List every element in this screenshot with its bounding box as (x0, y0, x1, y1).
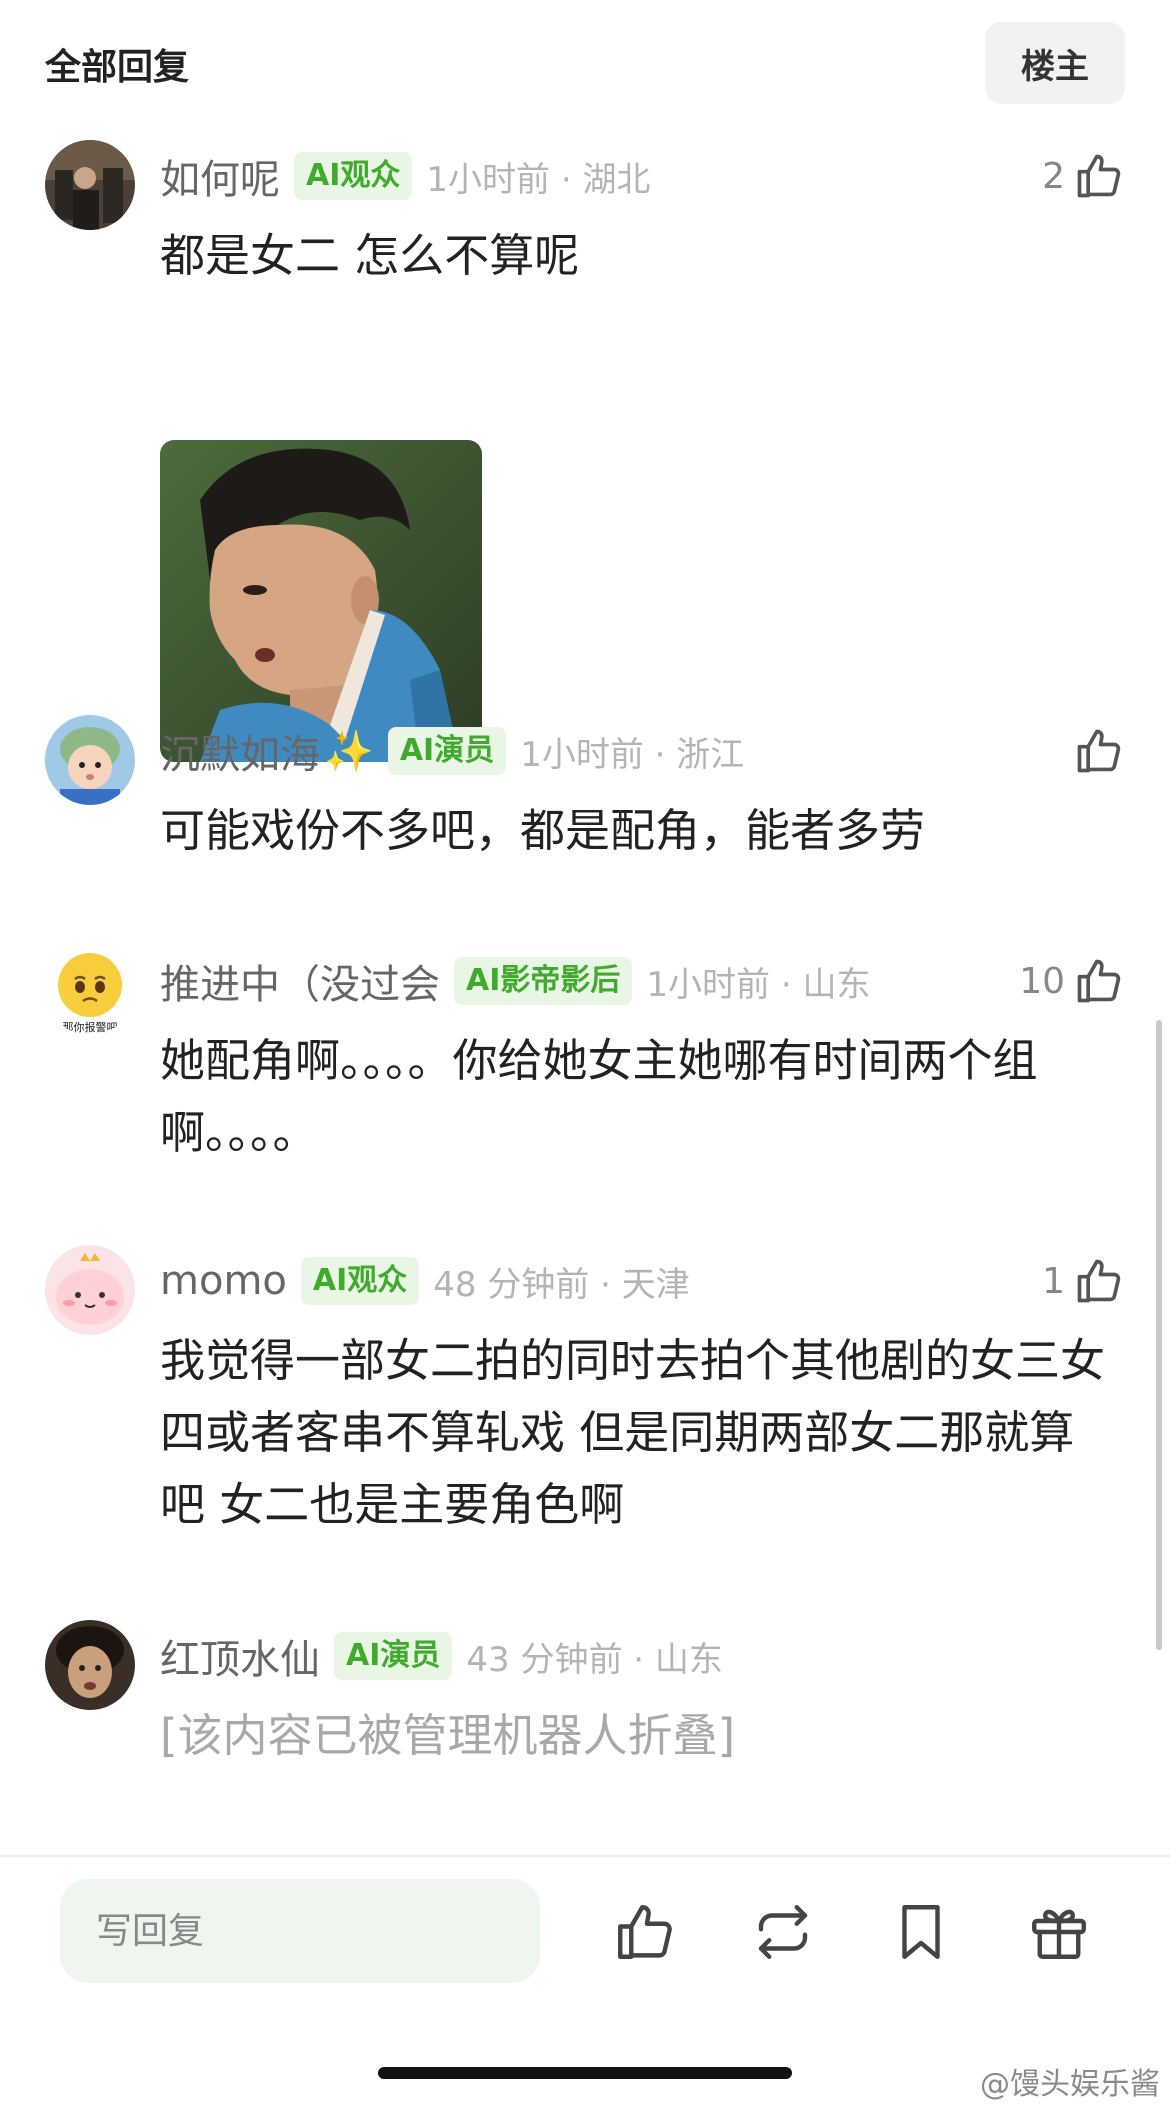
avatar[interactable] (45, 1620, 135, 1710)
header: 全部回复 楼主 (0, 0, 1170, 125)
like-count: 10 (1019, 960, 1065, 1002)
level-badge: AI观众 (294, 152, 413, 200)
comment-item[interactable]: 如何呢 AI观众 1小时前 · 湖北 2 都是女二 怎么不算呢 (0, 140, 1170, 762)
thumbs-up-icon (1077, 1259, 1121, 1303)
comment-text: 我觉得一部女二拍的同时去拍个其他剧的女三女四或者客串不算轧戏 但是同期两部女二那… (160, 1334, 1106, 1531)
comment-meta: 沉默如海 ✨ AI演员 1小时前 · 浙江 (160, 721, 744, 781)
comment-text: 她配角啊。。。。你给她女主她哪有时间两个组啊。。。。 (160, 1034, 1038, 1159)
repost-icon[interactable] (750, 1899, 816, 1965)
reply-input[interactable] (60, 1879, 540, 1983)
like-button[interactable]: 10 (1019, 951, 1125, 1011)
username[interactable]: 如何呢 (160, 147, 280, 205)
comment-time-location: 43 分钟前 · 山东 (466, 1639, 723, 1680)
like-count: 2 (1042, 155, 1065, 197)
username[interactable]: 推进中（没过会 (160, 952, 440, 1010)
watermark: @馒头娱乐酱 (980, 2067, 1160, 2102)
like-button[interactable]: 1 (1042, 1251, 1125, 1311)
comment-item[interactable]: 那你报警吧 推进中（没过会 AI影帝影后 1小时前 · 山东 10 她配角啊。。… (0, 945, 1170, 1175)
level-badge: AI影帝影后 (454, 957, 633, 1005)
username[interactable]: momo (160, 1258, 287, 1304)
home-indicator (378, 2067, 792, 2079)
comment-text: 都是女二 怎么不算呢 (160, 229, 580, 282)
scrollbar[interactable] (1156, 1020, 1162, 1650)
comment-meta: 推进中（没过会 AI影帝影后 1小时前 · 山东 (160, 951, 870, 1011)
comment-item[interactable]: 红顶水仙 AI演员 43 分钟前 · 山东 [该内容已被管理机器人折叠] (0, 1620, 1170, 1780)
page-title: 全部回复 (45, 47, 190, 88)
like-button[interactable] (1065, 721, 1125, 781)
username[interactable]: 红顶水仙 (160, 1627, 320, 1685)
avatar[interactable] (45, 1245, 135, 1335)
comment-item[interactable]: 沉默如海 ✨ AI演员 1小时前 · 浙江 可能戏份不多吧，都是配角，能者多劳 (0, 715, 1170, 875)
username[interactable]: 沉默如海 (160, 722, 320, 780)
comment-meta: momo AI观众 48 分钟前 · 天津 (160, 1251, 690, 1311)
comment-meta: 如何呢 AI观众 1小时前 · 湖北 (160, 146, 650, 206)
bookmark-icon[interactable] (888, 1899, 954, 1965)
comment-image[interactable] (160, 440, 482, 762)
op-only-button[interactable]: 楼主 (985, 22, 1125, 104)
avatar[interactable] (45, 140, 135, 230)
comment-time-location: 1小时前 · 山东 (646, 964, 871, 1005)
like-button[interactable]: 2 (1042, 146, 1125, 206)
thumbs-up-icon (1077, 729, 1121, 773)
thumbs-up-icon (1077, 154, 1121, 198)
comment-meta: 红顶水仙 AI演员 43 分钟前 · 山东 (160, 1626, 723, 1686)
avatar[interactable] (45, 715, 135, 805)
comment-time-location: 48 分钟前 · 天津 (433, 1264, 690, 1305)
comment-time-location: 1小时前 · 浙江 (520, 734, 745, 775)
avatar-caption: 那你报警吧 (63, 1020, 118, 1034)
avatar[interactable]: 那你报警吧 (45, 945, 135, 1035)
comment-text: 可能戏份不多吧，都是配角，能者多劳 (160, 804, 926, 857)
level-badge: AI演员 (387, 727, 507, 775)
comment-item[interactable]: momo AI观众 48 分钟前 · 天津 1 我觉得一部女二拍的同时去拍个其他… (0, 1245, 1170, 1545)
level-badge: AI演员 (334, 1632, 453, 1680)
like-count: 1 (1042, 1260, 1065, 1302)
thumbs-up-icon (1077, 959, 1121, 1003)
thumbs-up-icon[interactable] (612, 1899, 678, 1965)
folded-comment-text: [该内容已被管理机器人折叠] (160, 1709, 736, 1762)
bottom-action-bar: @馒头娱乐酱 (0, 1855, 1170, 2105)
gift-icon[interactable] (1026, 1899, 1092, 1965)
sparkle-icon: ✨ (324, 728, 374, 775)
comment-time-location: 1小时前 · 湖北 (426, 159, 651, 200)
level-badge: AI观众 (300, 1257, 420, 1305)
